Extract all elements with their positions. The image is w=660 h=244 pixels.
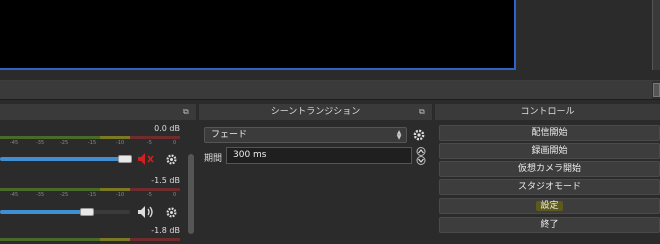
audio-mixer-dock: ⧉ 0.0 dB -45 -35 -25 -15 -10 -5 0 -1.5 dB -45-… [0,104,196,244]
status-strip [0,80,660,100]
speaker-muted-icon[interactable] [137,152,155,166]
float-dock-icon[interactable]: ⧉ [419,107,427,116]
float-dock-icon[interactable]: ⧉ [183,107,191,116]
mixer-scrollbar[interactable] [188,154,194,234]
gear-icon[interactable] [165,206,178,219]
track-db-label: 0.0 dB [154,124,180,133]
fader-knob[interactable] [80,208,94,216]
spin-up-icon[interactable] [414,147,428,156]
volume-fader[interactable] [0,157,130,161]
duration-label: 期間 [204,154,223,164]
meter-scale: -45 -35 -25 -15 -10 -5 0 [10,140,177,146]
start-recording-button[interactable]: 録画開始 [439,143,660,159]
controls-title: コントロール [435,104,660,120]
speaker-icon[interactable] [137,205,155,219]
transition-title: シーントランジション [199,104,432,120]
duration-input[interactable]: 300 ms [226,147,412,164]
scene-transition-dock: シーントランジション ⧉ フェード ▲ ▼ 期間 300 ms [199,104,432,244]
preview-canvas[interactable] [0,0,516,70]
meter-scale: -45 -35 -25 -15 -10 -5 0 [10,192,177,198]
settings-button-label: 設定 [536,201,563,211]
controls-dock: コントロール 配信開始 録画開始 仮想カメラ開始 スタジオモード 設定 終了 [435,104,660,244]
mixer-track-1: 0.0 dB -45 -35 -25 -15 -10 -5 0 [0,124,186,170]
splitter-handle[interactable] [653,83,660,97]
start-streaming-button[interactable]: 配信開始 [439,125,660,141]
preview-area [0,0,660,80]
transition-select[interactable]: フェード ▲ ▼ [204,127,407,143]
mixer-track-2: -1.5 dB -45 -35 -25 -15 -10 -5 0 [0,176,186,222]
preview-scrollbar[interactable] [652,0,660,70]
volume-fader[interactable] [0,210,130,214]
studio-mode-button[interactable]: スタジオモード [439,179,660,195]
gear-icon[interactable] [165,153,178,166]
settings-button[interactable]: 設定 [439,198,660,214]
mixer-title-bar [0,104,196,120]
exit-button[interactable]: 終了 [439,217,660,233]
chevron-updown-icon: ▲ ▼ [396,129,402,141]
start-virtual-camera-button[interactable]: 仮想カメラ開始 [439,161,660,177]
fader-knob[interactable] [118,155,132,163]
track-db-label: -1.8 dB [151,226,180,235]
spin-down-icon[interactable] [414,156,428,165]
gear-icon[interactable] [412,128,426,142]
track-db-label: -1.5 dB [151,176,180,185]
mixer-track-3: -1.8 dB [0,224,186,244]
